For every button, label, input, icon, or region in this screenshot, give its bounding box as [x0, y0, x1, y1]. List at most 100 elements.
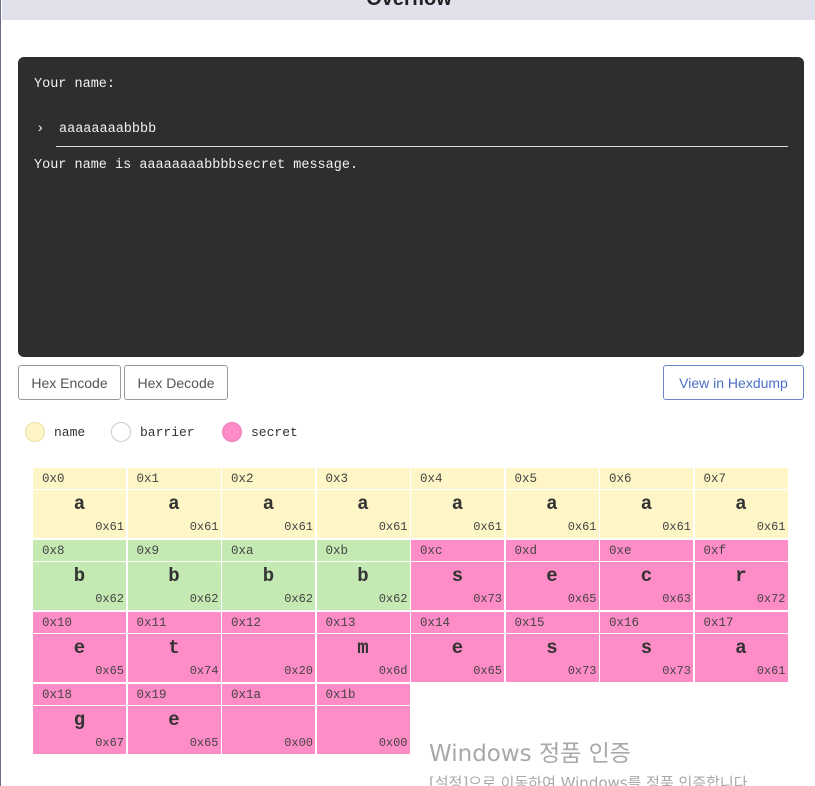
legend-label-secret: secret [251, 424, 298, 440]
terminal-output: Your name is aaaaaaaabbbbsecret message. [34, 158, 359, 173]
memory-cell: 0x17 a 0x61 [694, 612, 789, 684]
memory-cell-address: 0x5 [505, 468, 599, 490]
memory-cell-address: 0x9 [127, 540, 221, 562]
memory-cell: 0xe c 0x63 [600, 540, 694, 612]
memory-cell-address: 0x14 [411, 612, 504, 634]
memory-cell-address: 0x18 [33, 684, 126, 706]
memory-cell: 0x1a 0x00 [222, 684, 316, 756]
memory-cell-address: 0x8 [33, 540, 126, 562]
memory-cell-address: 0x17 [694, 612, 788, 634]
memory-cell-hex: 0x62 [378, 592, 408, 606]
windows-activation-watermark: Windows 정품 인증 [설정]으로 이동하여 Windows를 정품 인증… [429, 734, 752, 786]
memory-cell-hex: 0x74 [189, 664, 219, 678]
memory-cell-hex: 0x63 [662, 592, 691, 606]
app-frame: Overflow Your name: › aaaaaaaabbbb Your … [0, 0, 815, 786]
legend-item-barrier: barrier [111, 422, 195, 442]
prompt-arrow-icon: › [36, 121, 45, 137]
legend-label-barrier: barrier [140, 424, 195, 440]
memory-cell-hex: 0x61 [284, 520, 313, 534]
memory-cell: 0xc s 0x73 [411, 540, 505, 612]
memory-cell: 0x18 g 0x67 [33, 684, 127, 756]
memory-cell-char: g [73, 709, 86, 731]
memory-cell-hex: 0x61 [662, 520, 691, 534]
legend-label-name: name [54, 424, 86, 440]
memory-cell-char: a [168, 493, 180, 515]
memory-cell: 0x13 m 0x6d [316, 612, 411, 684]
memory-cell-hex: 0x62 [284, 592, 313, 606]
memory-cell-address: 0xd [505, 540, 599, 562]
memory-cell: 0x3 a 0x61 [316, 468, 411, 540]
memory-cell-hex: 0x65 [473, 664, 502, 678]
input-underline [56, 146, 788, 147]
memory-cell: 0x8 b 0x62 [33, 540, 127, 612]
watermark-title: Windows 정품 인증 [429, 741, 631, 767]
memory-cell: 0x4 a 0x61 [411, 468, 505, 540]
memory-cell: 0x9 b 0x62 [127, 540, 222, 612]
memory-cell-hex: 0x61 [378, 520, 408, 534]
memory-cell-char: r [735, 565, 747, 587]
memory-cell-hex: 0x73 [567, 664, 597, 678]
memory-grid: 0x0 a 0x61 0x1 a 0x61 0x2 a 0x61 0x3 a 0x61 0x4 a 0x61… [33, 468, 789, 756]
memory-cell-char: e [73, 637, 86, 659]
memory-cell-address: 0xf [694, 540, 788, 562]
legend-dot-name [25, 422, 45, 442]
legend-item-secret: secret [222, 422, 298, 442]
memory-cell-address: 0x2 [222, 468, 315, 490]
memory-cell: 0x12 0x20 [222, 612, 316, 684]
memory-cell-char: e [168, 709, 180, 731]
memory-cell-address: 0x7 [694, 468, 788, 490]
legend-dot-secret [222, 422, 242, 442]
memory-cell-address: 0xa [222, 540, 315, 562]
memory-cell-char: a [735, 637, 747, 659]
view-hexdump-button[interactable]: View in Hexdump [663, 365, 804, 400]
memory-cell: 0x0 a 0x61 [33, 468, 127, 540]
memory-cell: 0x19 e 0x65 [127, 684, 222, 756]
memory-cell: 0x11 t 0x74 [127, 612, 222, 684]
memory-cell-hex: 0x61 [189, 520, 219, 534]
memory-cell: 0x1b 0x00 [316, 684, 411, 756]
memory-cell: 0xd e 0x65 [505, 540, 600, 612]
memory-cell-hex: 0x65 [567, 592, 597, 606]
memory-cell-char: a [357, 493, 369, 515]
memory-cell: 0xf r 0x72 [694, 540, 789, 612]
memory-cell-hex: 0x65 [95, 664, 124, 678]
memory-cell-char: a [640, 493, 653, 515]
memory-cell-hex: 0x61 [95, 520, 124, 534]
legend-item-name: name [25, 422, 85, 442]
memory-cell-address: 0xe [600, 540, 693, 562]
memory-cell: 0x1 a 0x61 [127, 468, 222, 540]
memory-cell-hex: 0x00 [284, 736, 313, 750]
memory-cell-address: 0x3 [316, 468, 410, 490]
memory-cell-hex: 0x61 [756, 664, 786, 678]
memory-cell-hex: 0x61 [756, 520, 786, 534]
memory-cell-address: 0x6 [600, 468, 693, 490]
memory-cell-address: 0xb [316, 540, 410, 562]
memory-cell-char: m [357, 637, 369, 659]
name-input[interactable]: aaaaaaaabbbb [59, 122, 156, 137]
memory-cell-hex: 0x61 [473, 520, 502, 534]
memory-cell-hex: 0x73 [662, 664, 691, 678]
memory-cell-char: b [357, 565, 369, 587]
memory-cell-address: 0x11 [127, 612, 221, 634]
memory-cell-char: a [73, 493, 86, 515]
terminal-prompt: Your name: [34, 77, 116, 92]
memory-cell: 0x2 a 0x61 [222, 468, 316, 540]
memory-cell-hex: 0x62 [189, 592, 219, 606]
memory-cell-char: b [262, 565, 275, 587]
memory-cell: 0xa b 0x62 [222, 540, 316, 612]
memory-cell-address: 0x13 [316, 612, 410, 634]
memory-cell-hex: 0x6d [378, 664, 408, 678]
memory-cell-char: a [451, 493, 464, 515]
memory-cell-address: 0x19 [127, 684, 221, 706]
memory-cell-address: 0x4 [411, 468, 504, 490]
memory-cell: 0x16 s 0x73 [600, 612, 694, 684]
hex-encode-button[interactable]: Hex Encode [18, 365, 121, 400]
memory-cell-hex: 0x65 [189, 736, 219, 750]
memory-cell-hex: 0x73 [473, 592, 502, 606]
memory-cell-address: 0x10 [33, 612, 126, 634]
memory-cell: 0xb b 0x62 [316, 540, 411, 612]
hex-decode-button[interactable]: Hex Decode [124, 365, 228, 400]
memory-cell-address: 0x0 [33, 468, 126, 490]
memory-cell-address: 0x12 [222, 612, 315, 634]
terminal-panel[interactable]: Your name: › aaaaaaaabbbb Your name is a… [18, 57, 804, 357]
